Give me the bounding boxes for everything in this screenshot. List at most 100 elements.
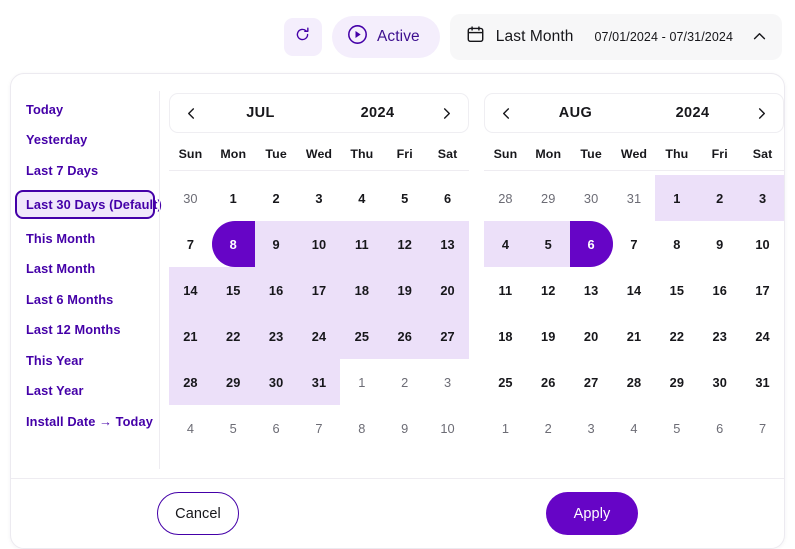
calendar-day-cell[interactable]: 4 [613, 405, 656, 451]
calendar-day-cell[interactable]: 7 [298, 405, 341, 451]
calendar-day-cell[interactable]: 11 [340, 221, 383, 267]
preset-item-10[interactable]: Install Date → Today [15, 410, 155, 432]
calendar-day-cell[interactable]: 9 [383, 405, 426, 451]
calendar-day-cell[interactable]: 10 [426, 405, 469, 451]
chevron-left-icon[interactable] [185, 107, 198, 120]
date-range-selector[interactable]: Last Month 07/01/2024 - 07/31/2024 [450, 14, 782, 60]
calendar-day-cell[interactable]: 1 [212, 175, 255, 221]
calendar-day-cell[interactable]: 24 [741, 313, 784, 359]
calendar-day-cell[interactable]: 13 [570, 267, 613, 313]
calendar-day-cell[interactable]: 22 [655, 313, 698, 359]
calendar-day-cell[interactable]: 30 [570, 175, 613, 221]
preset-item-8[interactable]: This Year [15, 349, 155, 371]
calendar-day-cell[interactable]: 4 [169, 405, 212, 451]
calendar-day-cell[interactable]: 9 [698, 221, 741, 267]
calendar-day-cell[interactable]: 18 [340, 267, 383, 313]
calendar-day-cell[interactable]: 17 [741, 267, 784, 313]
calendar-day-cell[interactable]: 10 [741, 221, 784, 267]
calendar-day-cell[interactable]: 31 [298, 359, 341, 405]
calendar-day-cell[interactable]: 1 [655, 175, 698, 221]
calendar-day-cell[interactable]: 7 [613, 221, 656, 267]
calendar-day-cell[interactable]: 20 [426, 267, 469, 313]
chevron-left-icon[interactable] [500, 107, 513, 120]
preset-item-4[interactable]: This Month [15, 227, 155, 249]
calendar-day-cell[interactable]: 14 [613, 267, 656, 313]
calendar-day-cell[interactable]: 8 [212, 221, 255, 267]
calendar-day-cell[interactable]: 28 [169, 359, 212, 405]
calendar-day-cell[interactable]: 6 [570, 221, 613, 267]
calendar-day-cell[interactable]: 23 [255, 313, 298, 359]
preset-item-0[interactable]: Today [15, 98, 155, 120]
calendar-day-cell[interactable]: 18 [484, 313, 527, 359]
calendar-day-cell[interactable]: 6 [698, 405, 741, 451]
chevron-right-icon[interactable] [440, 107, 453, 120]
calendar-day-cell[interactable]: 5 [383, 175, 426, 221]
calendar-day-cell[interactable]: 8 [340, 405, 383, 451]
preset-item-3[interactable]: Last 30 Days (Default) [15, 190, 155, 219]
preset-item-6[interactable]: Last 6 Months [15, 288, 155, 310]
calendar-day-cell[interactable]: 30 [169, 175, 212, 221]
calendar-day-cell[interactable]: 21 [169, 313, 212, 359]
calendar-day-cell[interactable]: 27 [426, 313, 469, 359]
calendar-day-cell[interactable]: 26 [383, 313, 426, 359]
calendar-day-cell[interactable]: 22 [212, 313, 255, 359]
calendar-day-cell[interactable]: 3 [741, 175, 784, 221]
calendar-day-cell[interactable]: 1 [484, 405, 527, 451]
calendar-day-cell[interactable]: 27 [570, 359, 613, 405]
apply-button[interactable]: Apply [546, 492, 638, 535]
calendar-day-cell[interactable]: 23 [698, 313, 741, 359]
calendar-day-cell[interactable]: 4 [484, 221, 527, 267]
preset-item-5[interactable]: Last Month [15, 258, 155, 280]
preset-item-7[interactable]: Last 12 Months [15, 319, 155, 341]
calendar-day-cell[interactable]: 6 [426, 175, 469, 221]
calendar-day-cell[interactable]: 20 [570, 313, 613, 359]
chevron-up-icon[interactable] [751, 28, 768, 45]
calendar-day-cell[interactable]: 19 [527, 313, 570, 359]
refresh-button[interactable] [284, 18, 322, 56]
calendar-day-cell[interactable]: 5 [527, 221, 570, 267]
preset-item-2[interactable]: Last 7 Days [15, 159, 155, 181]
calendar-day-cell[interactable]: 21 [613, 313, 656, 359]
calendar-day-cell[interactable]: 30 [698, 359, 741, 405]
calendar-day-cell[interactable]: 13 [426, 221, 469, 267]
calendar-day-cell[interactable]: 26 [527, 359, 570, 405]
calendar-day-cell[interactable]: 4 [340, 175, 383, 221]
calendar-day-cell[interactable]: 19 [383, 267, 426, 313]
calendar-day-cell[interactable]: 5 [212, 405, 255, 451]
calendar-day-cell[interactable]: 30 [255, 359, 298, 405]
calendar-day-cell[interactable]: 15 [655, 267, 698, 313]
preset-item-1[interactable]: Yesterday [15, 129, 155, 151]
preset-item-9[interactable]: Last Year [15, 380, 155, 402]
calendar-day-cell[interactable]: 31 [741, 359, 784, 405]
calendar-day-cell[interactable]: 11 [484, 267, 527, 313]
calendar-day-cell[interactable]: 2 [527, 405, 570, 451]
calendar-day-cell[interactable]: 6 [255, 405, 298, 451]
calendar-day-cell[interactable]: 24 [298, 313, 341, 359]
calendar-day-cell[interactable]: 3 [570, 405, 613, 451]
calendar-day-cell[interactable]: 29 [527, 175, 570, 221]
calendar-day-cell[interactable]: 16 [698, 267, 741, 313]
calendar-day-cell[interactable]: 12 [527, 267, 570, 313]
calendar-day-cell[interactable]: 2 [255, 175, 298, 221]
calendar-day-cell[interactable]: 9 [255, 221, 298, 267]
chevron-right-icon[interactable] [755, 107, 768, 120]
calendar-day-cell[interactable]: 10 [298, 221, 341, 267]
calendar-day-cell[interactable]: 28 [613, 359, 656, 405]
calendar-day-cell[interactable]: 25 [340, 313, 383, 359]
calendar-day-cell[interactable]: 2 [383, 359, 426, 405]
calendar-day-cell[interactable]: 28 [484, 175, 527, 221]
calendar-day-cell[interactable]: 29 [655, 359, 698, 405]
calendar-day-cell[interactable]: 16 [255, 267, 298, 313]
calendar-day-cell[interactable]: 15 [212, 267, 255, 313]
calendar-day-cell[interactable]: 29 [212, 359, 255, 405]
calendar-day-cell[interactable]: 1 [340, 359, 383, 405]
calendar-day-cell[interactable]: 7 [169, 221, 212, 267]
calendar-day-cell[interactable]: 14 [169, 267, 212, 313]
calendar-day-cell[interactable]: 8 [655, 221, 698, 267]
calendar-day-cell[interactable]: 2 [698, 175, 741, 221]
calendar-day-cell[interactable]: 3 [426, 359, 469, 405]
cancel-button[interactable]: Cancel [157, 492, 239, 535]
calendar-day-cell[interactable]: 17 [298, 267, 341, 313]
active-filter-button[interactable]: Active [332, 16, 440, 58]
calendar-day-cell[interactable]: 12 [383, 221, 426, 267]
